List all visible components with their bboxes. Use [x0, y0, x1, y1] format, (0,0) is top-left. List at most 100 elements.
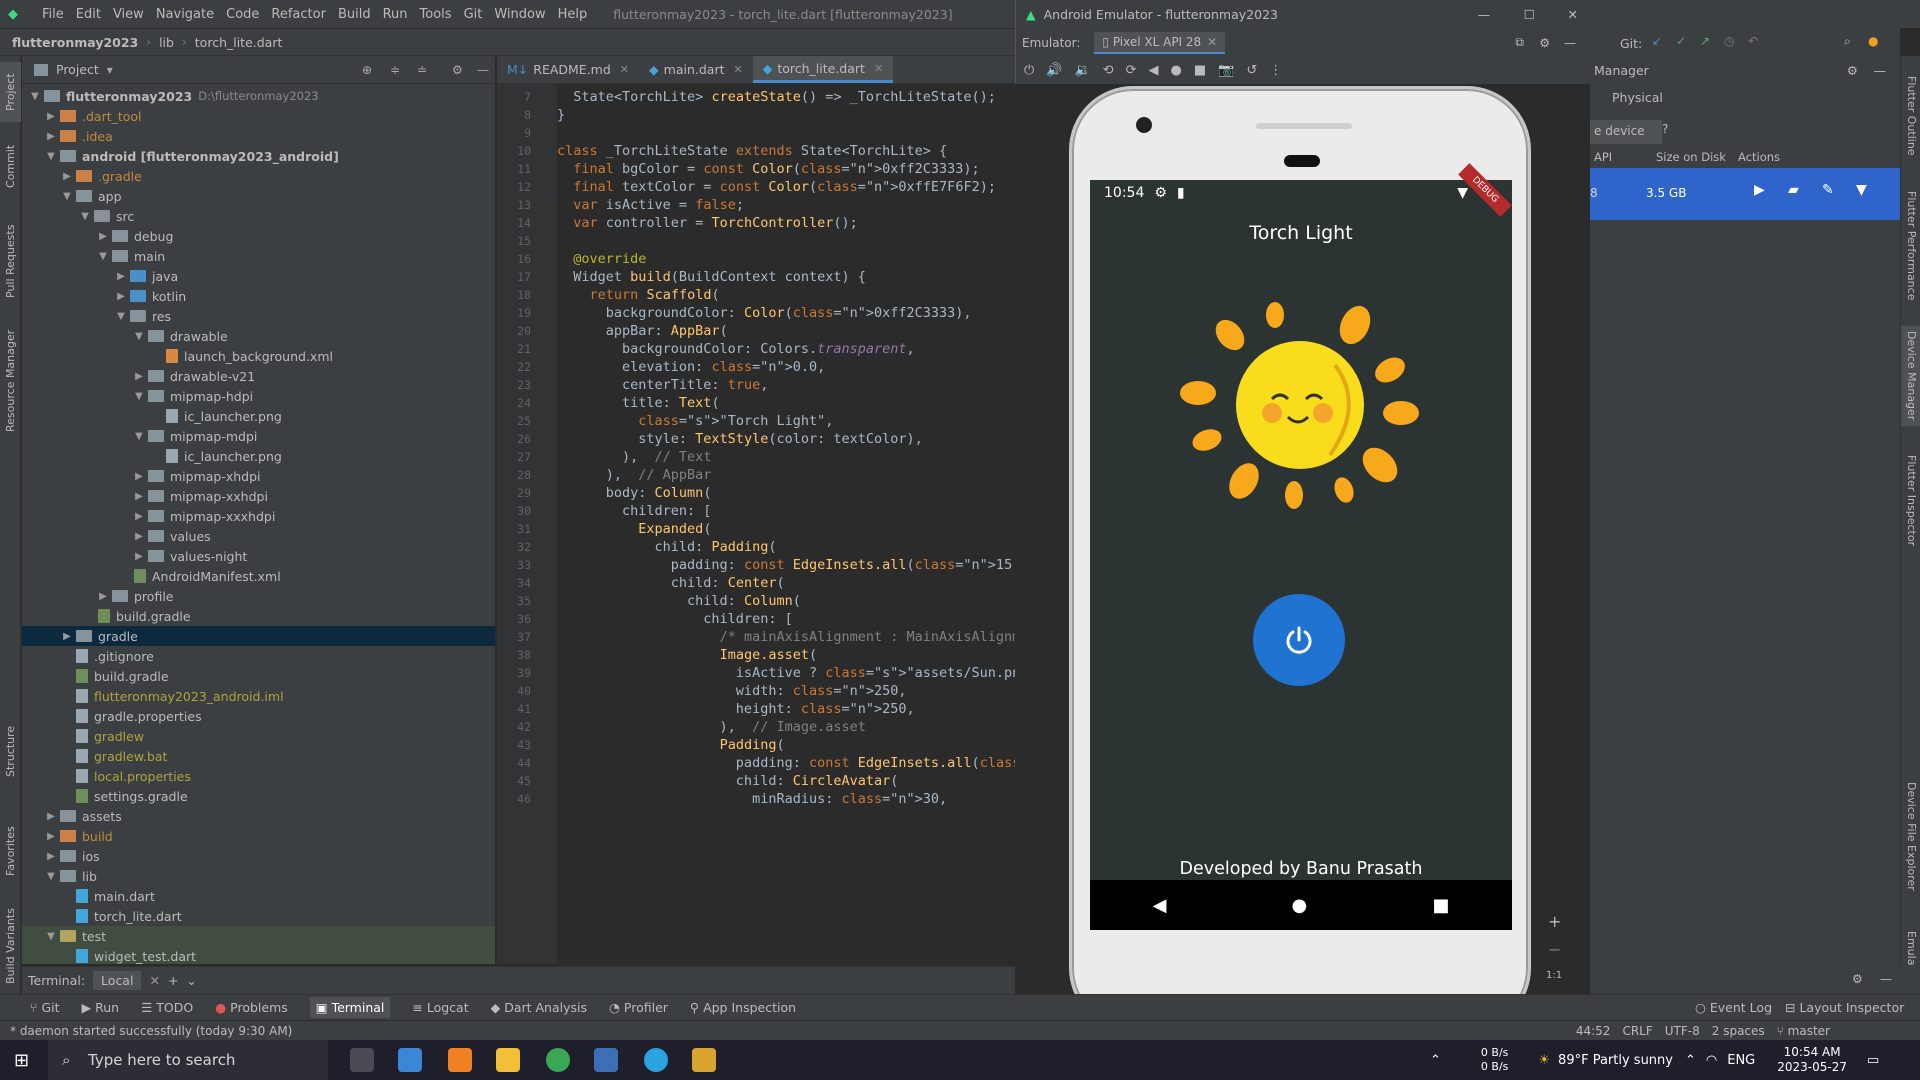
volume-up-icon[interactable]: 🔊 [1046, 63, 1062, 78]
zoom-actual-size[interactable]: 1:1 [1546, 970, 1562, 981]
menu-file[interactable]: File [36, 7, 70, 22]
menu-navigate[interactable]: Navigate [150, 7, 220, 22]
git-branch[interactable]: ⑂ master [1777, 1024, 1830, 1038]
terminal-tab-local[interactable]: Local [93, 971, 142, 990]
tab-main-dart[interactable]: ◆ main.dart ✕ [639, 56, 753, 83]
windows-start-icon[interactable]: ⊞ [14, 1050, 29, 1071]
tree-item[interactable]: ▼ drawable [22, 326, 495, 346]
camera-icon[interactable]: 📷 [1218, 63, 1234, 78]
tree-item[interactable]: ▼ main [22, 246, 495, 266]
gear-icon[interactable]: ⚙ [1847, 63, 1858, 78]
tree-item[interactable]: ▶ mipmap-xhdpi [22, 466, 495, 486]
home-icon[interactable]: ● [1292, 895, 1308, 916]
tree-item[interactable]: gradlew.bat [22, 746, 495, 766]
tree-item[interactable]: ▼ src [22, 206, 495, 226]
tree-item[interactable]: main.dart [22, 886, 495, 906]
chevron-down-icon[interactable]: ⌄ [186, 973, 196, 988]
code-line[interactable]: var controller = TorchController(); [557, 212, 858, 234]
weather-icon[interactable]: ☀ [1538, 1053, 1550, 1068]
menu-view[interactable]: View [107, 7, 150, 22]
tree-item-root[interactable]: ▼ flutteronmay2023 D:\flutteronmay2023 [22, 86, 495, 106]
tool-tab-flutter-inspector[interactable]: Flutter Inspector [1901, 446, 1920, 556]
tree-item[interactable]: ▶ mipmap-xxxhdpi [22, 506, 495, 526]
file-explorer-icon[interactable] [496, 1048, 520, 1072]
chevron-up-icon[interactable]: ⌃ [1430, 1053, 1441, 1068]
close-icon[interactable]: ✕ [1568, 7, 1578, 22]
tool-layout-inspector[interactable]: ⊟ Layout Inspector [1785, 1000, 1904, 1015]
menu-build[interactable]: Build [332, 7, 377, 22]
tree-item[interactable]: ▶ values-night [22, 546, 495, 566]
device-row-selected[interactable]: 8 3.5 GB ▶ ▰ ✎ ▼ [1590, 168, 1900, 220]
menu-run[interactable]: Run [377, 7, 414, 22]
rotate-left-icon[interactable]: ⟲ [1103, 63, 1114, 78]
update-icon[interactable]: ↙ [1652, 34, 1662, 48]
tool-event-log[interactable]: ○ Event Log [1695, 1000, 1772, 1015]
android-studio-icon[interactable] [594, 1048, 618, 1072]
replay-icon[interactable]: ↺ [1246, 63, 1257, 78]
tree-item[interactable]: ▼ res [22, 306, 495, 326]
history-icon[interactable]: ◷ [1724, 34, 1734, 48]
tool-tab-flutter-performance[interactable]: Flutter Performance [1901, 186, 1920, 306]
close-icon[interactable]: ✕ [874, 62, 883, 75]
tool-tab-build-variants[interactable]: Build Variants [0, 896, 21, 996]
code-line[interactable]: State<TorchLite> createState() => _Torch… [557, 86, 996, 108]
tree-item[interactable]: ▶ kotlin [22, 286, 495, 306]
minimize-icon[interactable]: — [1564, 36, 1576, 50]
tree-item[interactable]: ▼ app [22, 186, 495, 206]
volume-down-icon[interactable]: 🔉 [1074, 63, 1090, 78]
minimize-icon[interactable]: — [477, 63, 489, 77]
tree-item[interactable]: launch_background.xml [22, 346, 495, 366]
tree-item[interactable]: ▶ java [22, 266, 495, 286]
tool-git[interactable]: ⑂ Git [30, 1000, 60, 1015]
menu-edit[interactable]: Edit [70, 7, 107, 22]
caret-position[interactable]: 44:52 [1576, 1024, 1611, 1038]
add-terminal-icon[interactable]: + [168, 973, 178, 988]
back-icon[interactable]: ◀ [1153, 895, 1167, 916]
tool-tab-device-manager[interactable]: Device Manager [1901, 326, 1920, 426]
power-icon[interactable]: ⏻ [1024, 63, 1034, 78]
help-icon[interactable]: ? [1662, 122, 1668, 136]
code-editor[interactable]: State<TorchLite> createState() => _Torch… [557, 84, 1015, 964]
back-icon[interactable]: ◀ [1148, 63, 1158, 78]
tree-item[interactable]: gradle.properties [22, 706, 495, 726]
tool-run[interactable]: ▶ Run [82, 1000, 120, 1015]
tab-readme[interactable]: M↓ README.md ✕ [497, 56, 639, 83]
tool-logcat[interactable]: ≡ Logcat [412, 1000, 468, 1015]
tool-todo[interactable]: ☰ TODO [141, 1000, 193, 1015]
menu-refactor[interactable]: Refactor [265, 7, 332, 22]
collapse-all-icon[interactable]: ≐ [417, 63, 427, 77]
chevron-down-icon[interactable]: ▾ [107, 63, 113, 77]
gear-icon[interactable]: ⚙ [452, 63, 463, 77]
tree-item[interactable]: .gitignore [22, 646, 495, 666]
tree-item[interactable]: ▼ mipmap-hdpi [22, 386, 495, 406]
tree-item[interactable]: ▶ assets [22, 806, 495, 826]
file-encoding[interactable]: UTF-8 [1665, 1024, 1700, 1038]
close-icon[interactable]: ✕ [1207, 35, 1217, 49]
minimize-icon[interactable]: — [1874, 63, 1887, 78]
tree-item[interactable]: ▼ mipmap-mdpi [22, 426, 495, 446]
tree-item[interactable]: ▶ .dart_tool [22, 106, 495, 126]
weather-text[interactable]: 89°F Partly sunny [1558, 1053, 1673, 1068]
notifications-icon[interactable]: ▭ [1867, 1053, 1879, 1068]
gear-icon[interactable]: ⚙ [1852, 972, 1863, 986]
tool-profiler[interactable]: ◔ Profiler [609, 1000, 668, 1015]
chevron-down-icon[interactable]: ▼ [1856, 182, 1867, 198]
tree-item[interactable]: ▶ values [22, 526, 495, 546]
edit-icon[interactable]: ✎ [1822, 182, 1834, 198]
gear-icon[interactable]: ⚙ [1539, 36, 1550, 50]
tree-item[interactable]: ▶ ios [22, 846, 495, 866]
app-icon[interactable] [692, 1048, 716, 1072]
tab-torch-lite-dart[interactable]: ◆ torch_lite.dart ✕ [752, 56, 894, 83]
expand-all-icon[interactable]: ≑ [390, 63, 400, 77]
menu-tools[interactable]: Tools [414, 7, 458, 22]
more-icon[interactable]: ⋮ [1269, 63, 1282, 78]
zoom-in-icon[interactable]: + [1548, 912, 1561, 931]
home-icon[interactable]: ● [1170, 63, 1181, 78]
task-view-icon[interactable] [350, 1048, 374, 1072]
tree-item[interactable]: local.properties [22, 766, 495, 786]
tree-item[interactable]: ▶ drawable-v21 [22, 366, 495, 386]
tool-problems[interactable]: ● Problems [215, 1000, 288, 1015]
tree-item[interactable]: settings.gradle [22, 786, 495, 806]
telegram-icon[interactable] [644, 1048, 668, 1072]
tree-item[interactable]: ic_launcher.png [22, 406, 495, 426]
